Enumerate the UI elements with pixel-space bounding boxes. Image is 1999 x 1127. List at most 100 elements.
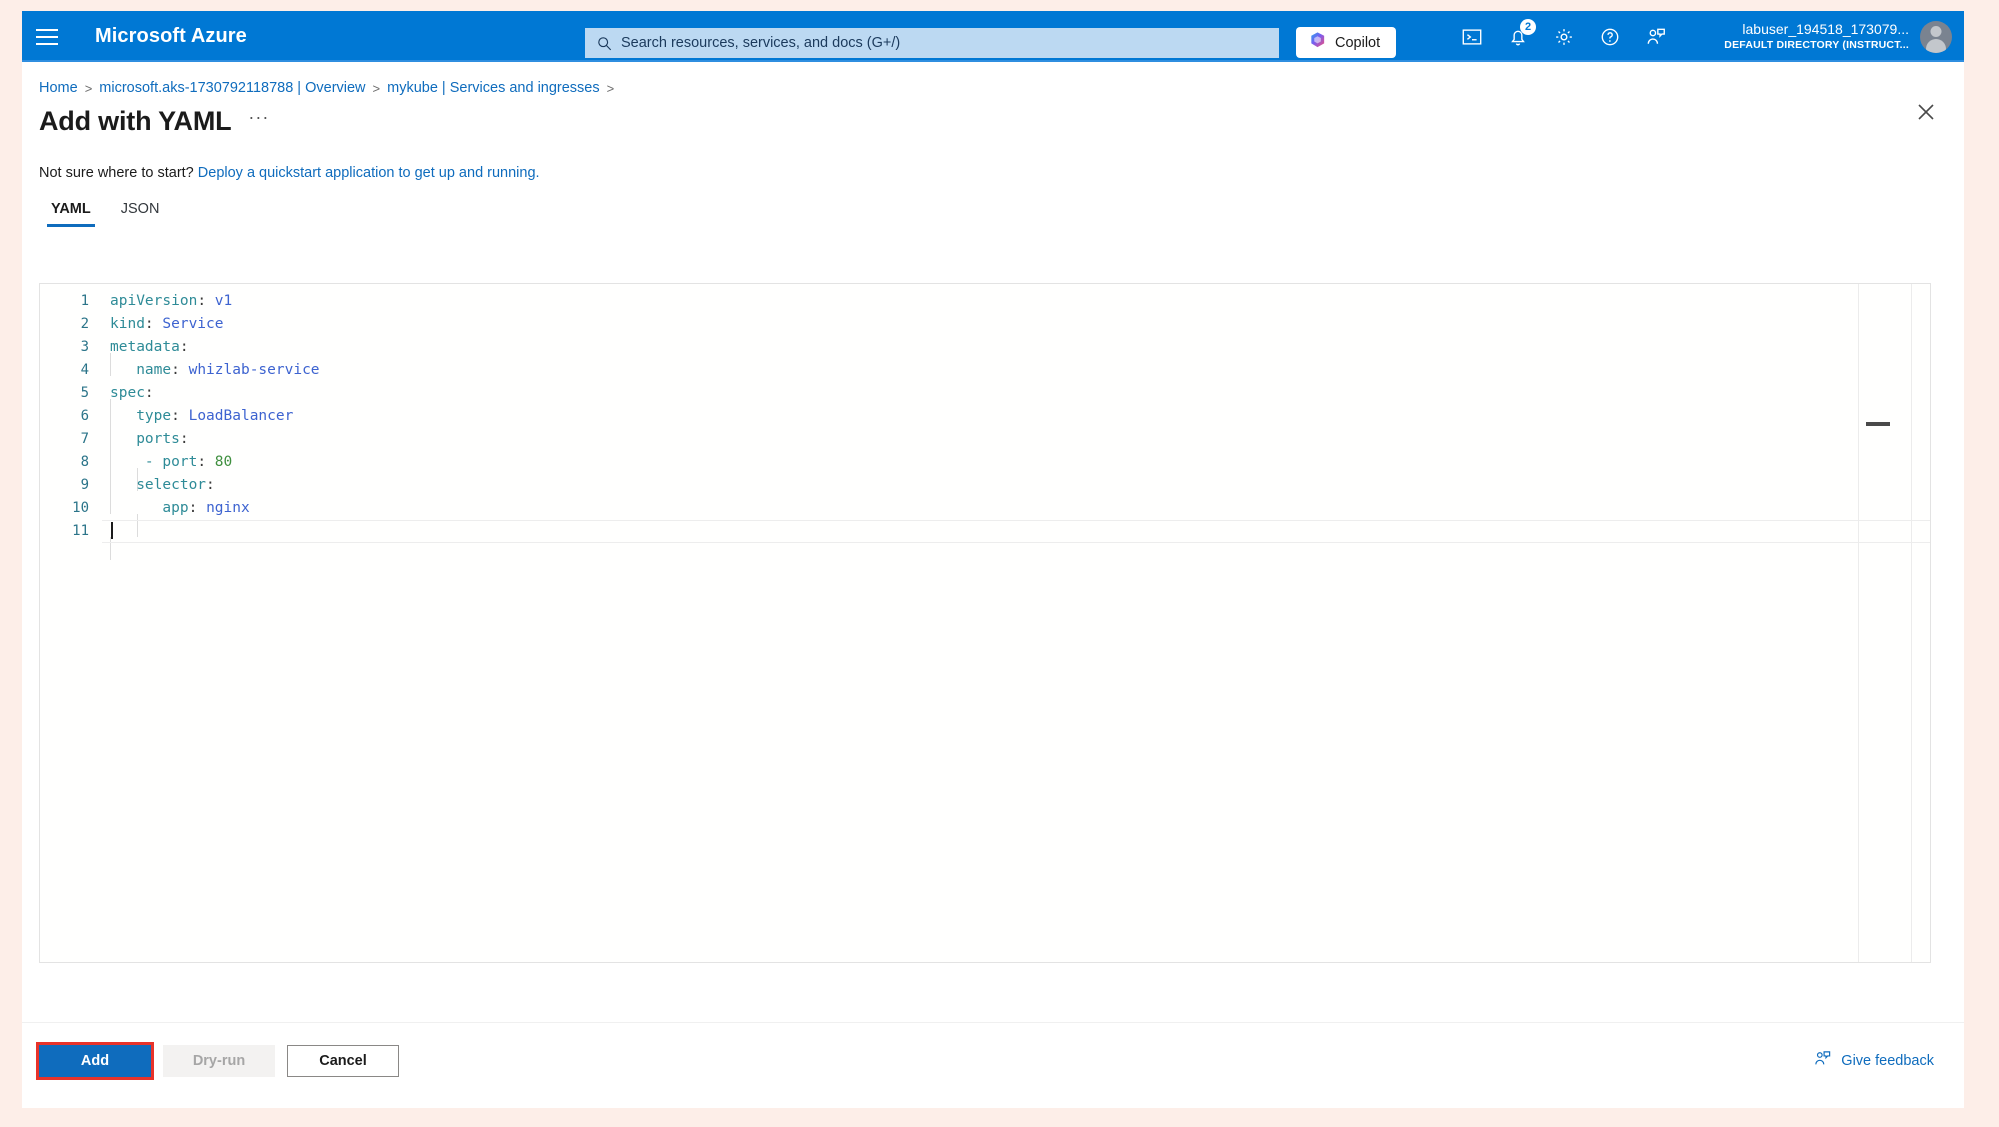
line-number: 9 bbox=[80, 477, 89, 493]
code-line[interactable]: apiVersion: v1 bbox=[102, 290, 1930, 313]
dry-run-button[interactable]: Dry-run bbox=[163, 1045, 275, 1077]
azure-portal: Microsoft Azure Search resources, servic… bbox=[22, 11, 1964, 1108]
quickstart-link[interactable]: Deploy a quickstart application to get u… bbox=[198, 165, 540, 181]
code-line[interactable]: name: whizlab-service bbox=[102, 359, 1930, 382]
code-token: metadata bbox=[110, 339, 180, 355]
code-token: name bbox=[136, 362, 172, 378]
code-token: : bbox=[144, 316, 154, 332]
give-feedback-button[interactable]: Give feedback bbox=[1813, 1049, 1934, 1072]
settings-gear-icon[interactable] bbox=[1541, 11, 1587, 62]
code-token: selector bbox=[136, 477, 207, 493]
global-header: Microsoft Azure Search resources, servic… bbox=[22, 11, 1964, 62]
copilot-button[interactable]: Copilot bbox=[1296, 27, 1397, 58]
avatar[interactable] bbox=[1920, 20, 1952, 53]
close-icon[interactable] bbox=[1910, 96, 1942, 128]
account-text: labuser_194518_173079... DEFAULT DIRECTO… bbox=[1724, 21, 1909, 52]
breadcrumb-item-home[interactable]: Home bbox=[39, 80, 78, 96]
code-token: type bbox=[136, 408, 172, 424]
cancel-button[interactable]: Cancel bbox=[287, 1045, 399, 1077]
search-input[interactable] bbox=[621, 35, 1267, 51]
account-menu[interactable]: labuser_194518_173079... DEFAULT DIRECTO… bbox=[1724, 11, 1952, 62]
give-feedback-label: Give feedback bbox=[1841, 1052, 1934, 1069]
line-number: 8 bbox=[80, 454, 89, 470]
notifications-bell-icon[interactable]: 2 bbox=[1495, 11, 1541, 62]
cloud-shell-icon[interactable] bbox=[1449, 11, 1495, 62]
code-token: ports bbox=[136, 431, 180, 447]
editor-code-area[interactable]: apiVersion: v1 kind: Service metadata: nam… bbox=[102, 284, 1930, 962]
account-name: labuser_194518_173079... bbox=[1742, 21, 1909, 38]
code-line[interactable]: spec: bbox=[102, 382, 1930, 405]
line-number: 1 bbox=[80, 293, 89, 309]
tab-json[interactable]: JSON bbox=[109, 195, 172, 227]
editor-scrollbar[interactable] bbox=[1912, 284, 1930, 962]
code-token: Service bbox=[162, 316, 224, 332]
format-tabs: YAML JSON bbox=[22, 195, 1964, 227]
copilot-icon bbox=[1308, 31, 1327, 55]
quickstart-prompt: Not sure where to start? bbox=[39, 165, 194, 181]
code-line[interactable]: selector: bbox=[102, 474, 1930, 497]
page-root: Microsoft Azure Search resources, servic… bbox=[0, 0, 1999, 1127]
page-header: Add with YAML ··· bbox=[22, 96, 1964, 137]
line-number: 5 bbox=[80, 385, 89, 401]
quickstart-hint: Not sure where to start? Deploy a quicks… bbox=[22, 137, 1964, 181]
feedback-person-icon[interactable] bbox=[1633, 11, 1679, 62]
code-token: - bbox=[144, 454, 154, 470]
line-number: 10 bbox=[72, 500, 89, 516]
hamburger-icon[interactable] bbox=[22, 11, 72, 62]
brand-logo[interactable]: Microsoft Azure bbox=[95, 25, 247, 48]
editor-minimap[interactable] bbox=[1858, 284, 1912, 962]
code-line[interactable]: kind: Service bbox=[102, 313, 1930, 336]
code-token: : bbox=[206, 477, 215, 493]
hamburger-bar bbox=[36, 42, 58, 45]
feedback-person-icon bbox=[1813, 1049, 1832, 1072]
breadcrumb-item-aks-overview[interactable]: microsoft.aks-1730792118788 | Overview bbox=[99, 80, 365, 96]
code-line[interactable]: - port: 80 bbox=[102, 451, 1930, 474]
breadcrumb: Home > microsoft.aks-1730792118788 | Ove… bbox=[22, 62, 1964, 96]
add-button[interactable]: Add bbox=[36, 1042, 154, 1080]
header-icon-group: 2 bbox=[1449, 11, 1679, 62]
code-token: : bbox=[171, 362, 180, 378]
page-title: Add with YAML bbox=[39, 106, 232, 136]
global-search[interactable] bbox=[585, 28, 1279, 58]
line-number: 7 bbox=[80, 431, 89, 447]
tab-yaml[interactable]: YAML bbox=[39, 195, 103, 227]
code-token: : bbox=[197, 293, 207, 309]
code-token: LoadBalancer bbox=[188, 408, 294, 424]
breadcrumb-item-services-ingresses[interactable]: mykube | Services and ingresses bbox=[387, 80, 600, 96]
footer-button-row: Add Dry-run Cancel bbox=[36, 1042, 399, 1080]
code-line[interactable]: metadata: bbox=[102, 336, 1930, 359]
code-line[interactable]: ports: bbox=[102, 428, 1930, 451]
line-number: 4 bbox=[80, 362, 89, 378]
code-line[interactable]: type: LoadBalancer bbox=[102, 405, 1930, 428]
code-token: app bbox=[162, 500, 189, 516]
line-number: 2 bbox=[80, 316, 89, 332]
more-actions-button[interactable]: ··· bbox=[248, 107, 269, 136]
action-footer: Add Dry-run Cancel Give feedback bbox=[22, 1022, 1964, 1108]
code-token: spec bbox=[110, 385, 145, 401]
yaml-editor[interactable]: 1 2 3 4 5 6 7 8 9 10 11 apiVersion: v1 kind: Servic… bbox=[39, 283, 1931, 963]
hamburger-bar bbox=[36, 35, 58, 38]
line-number: 11 bbox=[72, 523, 89, 539]
code-line[interactable]: app: nginx bbox=[102, 497, 1930, 520]
breadcrumb-separator: > bbox=[606, 80, 615, 96]
help-question-icon[interactable] bbox=[1587, 11, 1633, 62]
code-line[interactable] bbox=[102, 520, 1930, 543]
code-token: : bbox=[179, 339, 189, 355]
breadcrumb-separator: > bbox=[372, 80, 381, 96]
minimap-content-mark bbox=[1866, 422, 1890, 426]
code-token: : bbox=[179, 431, 189, 447]
code-token: nginx bbox=[206, 500, 250, 516]
code-token: 80 bbox=[214, 454, 233, 470]
code-token: apiVersion bbox=[110, 293, 198, 309]
